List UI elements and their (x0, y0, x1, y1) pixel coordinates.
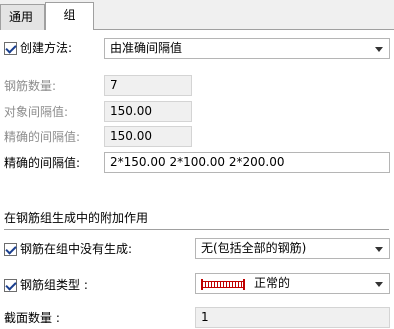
group-type-checkbox[interactable] (4, 279, 17, 292)
target-spacing-label: 对象间隔值: (4, 105, 69, 119)
exact-spacing-label: 精确的间隔值: (4, 156, 81, 170)
not-generated-checkbox[interactable] (4, 243, 17, 256)
group-type-dropdown[interactable]: 正常的 (195, 273, 390, 294)
chevron-down-icon (375, 282, 383, 287)
not-generated-label: 钢筋在组中没有生成: (20, 242, 133, 256)
section-count-field: 1 (195, 307, 390, 328)
tab-strip: 通用性 组 (0, 0, 394, 49)
group-type-label: 钢筋组类型 : (20, 278, 88, 292)
not-generated-dropdown[interactable]: 无(包括全部的钢筋) (195, 238, 390, 259)
creation-method-label: 创建方法: (20, 41, 73, 55)
group-panel: 创建方法: 由准确间隔值 钢筋数量: 7 对象间隔值: 150.00 精确的间隔… (0, 30, 394, 329)
rebar-group-icon (201, 279, 245, 290)
tab-group[interactable]: 组 (45, 2, 94, 31)
rebar-count-field: 7 (104, 75, 192, 96)
section-count-label: 截面数量 : (4, 311, 60, 325)
chevron-down-icon (375, 247, 383, 252)
creation-method-value: 由准确间隔值 (110, 41, 183, 55)
tab-general[interactable]: 通用性 (0, 4, 45, 49)
not-generated-value: 无(包括全部的钢筋) (201, 241, 307, 255)
exact-spacing-readonly-field: 150.00 (104, 126, 192, 147)
group-type-value: 正常的 (254, 276, 291, 290)
exact-spacing-input[interactable]: 2*150.00 2*100.00 2*200.00 (104, 152, 390, 173)
creation-method-dropdown[interactable]: 由准确间隔值 (104, 38, 390, 59)
exact-spacing-readonly-label: 精确的间隔值: (4, 130, 81, 144)
chevron-down-icon (375, 47, 383, 52)
section-divider (4, 229, 389, 230)
creation-method-checkbox[interactable] (4, 42, 17, 55)
section-title: 在钢筋组生成中的附加作用 (4, 211, 149, 225)
target-spacing-field: 150.00 (104, 101, 192, 122)
rebar-count-label: 钢筋数量: (4, 79, 57, 93)
